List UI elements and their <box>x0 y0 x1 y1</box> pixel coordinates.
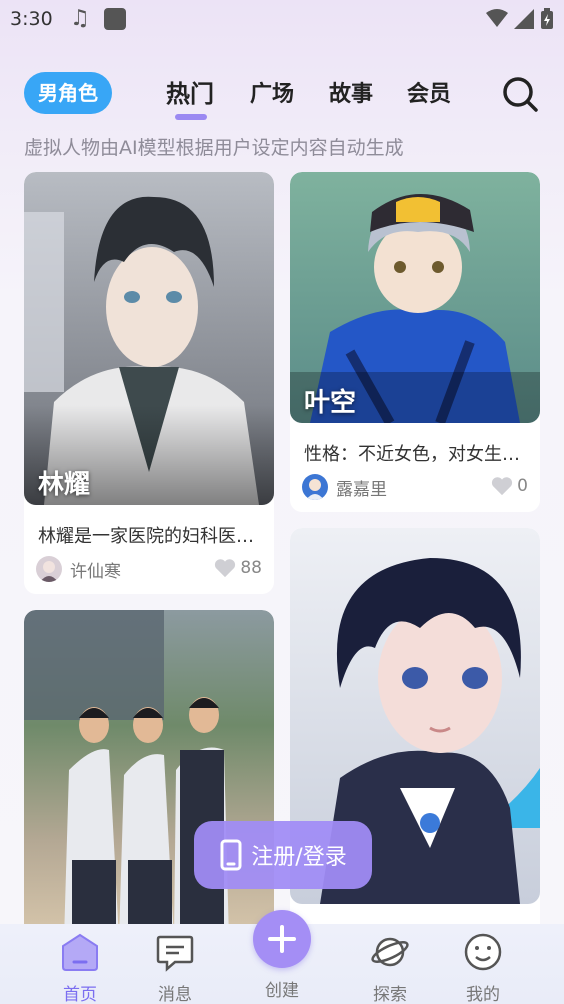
planet-icon <box>371 937 409 967</box>
character-description: 性格：不近女色，对女生… <box>304 444 520 465</box>
chat-icon <box>156 935 194 972</box>
register-login-label: 注册/登录 <box>251 845 347 870</box>
author-info[interactable]: 露嘉里 <box>302 474 387 500</box>
status-icons <box>486 8 554 30</box>
battery-icon <box>541 8 553 29</box>
nav-label: 首页 <box>63 985 97 1004</box>
character-image <box>24 610 274 940</box>
avatar <box>36 556 62 582</box>
tab-story[interactable]: 故事 <box>329 76 373 108</box>
author-name: 许仙寒 <box>70 561 121 582</box>
like-count[interactable]: 0 <box>491 476 528 496</box>
register-login-button[interactable]: 注册/登录 <box>194 821 372 889</box>
phone-icon <box>220 839 242 871</box>
wifi-icon <box>486 9 508 27</box>
top-header: 男角色 热门 广场 故事 会员 <box>0 70 564 120</box>
signal-icon <box>514 9 534 29</box>
nav-explore[interactable]: 探索 <box>350 932 430 1004</box>
smile-icon <box>464 933 502 971</box>
heart-icon <box>215 559 236 578</box>
author-info[interactable]: 许仙寒 <box>36 556 121 582</box>
status-time: 3:30 <box>10 8 53 30</box>
create-button[interactable] <box>253 910 311 968</box>
music-note-icon: ♫ <box>70 6 90 31</box>
active-tab-indicator <box>175 114 207 120</box>
nav-label: 创建 <box>265 981 299 1001</box>
nav-home[interactable]: 首页 <box>40 932 120 1004</box>
status-bar: 3:30 ♫ <box>0 0 564 40</box>
nav-label: 消息 <box>158 985 192 1004</box>
character-card[interactable] <box>24 610 274 940</box>
character-image <box>24 172 274 505</box>
nav-label: 探索 <box>373 985 407 1004</box>
tab-hot[interactable]: 热门 <box>166 74 214 109</box>
author-name: 露嘉里 <box>336 479 387 500</box>
avatar <box>302 474 328 500</box>
plus-icon <box>268 925 296 953</box>
home-icon <box>62 933 98 971</box>
tab-vip[interactable]: 会员 <box>407 76 451 108</box>
notification-icon <box>104 8 126 30</box>
nav-me[interactable]: 我的 <box>443 932 523 1004</box>
disclaimer-text: 虚拟人物由AI模型根据用户设定内容自动生成 <box>24 137 404 159</box>
like-number: 88 <box>240 558 262 578</box>
heart-icon <box>492 477 513 496</box>
search-icon[interactable] <box>500 74 540 114</box>
character-card[interactable]: 林耀 林耀是一家医院的妇科医生… 许仙寒 88 <box>24 172 274 594</box>
character-name: 林耀 <box>38 470 91 500</box>
role-filter-button[interactable]: 男角色 <box>24 72 112 114</box>
nav-messages[interactable]: 消息 <box>135 932 215 1004</box>
character-name: 叶空 <box>304 388 357 418</box>
like-count[interactable]: 88 <box>214 558 262 578</box>
character-card[interactable]: 叶空 性格：不近女色，对女生… 露嘉里 0 <box>290 172 540 512</box>
nav-label: 我的 <box>466 985 500 1004</box>
like-number: 0 <box>517 476 528 496</box>
character-description: 林耀是一家医院的妇科医生… <box>38 526 263 547</box>
tab-square[interactable]: 广场 <box>250 76 294 108</box>
